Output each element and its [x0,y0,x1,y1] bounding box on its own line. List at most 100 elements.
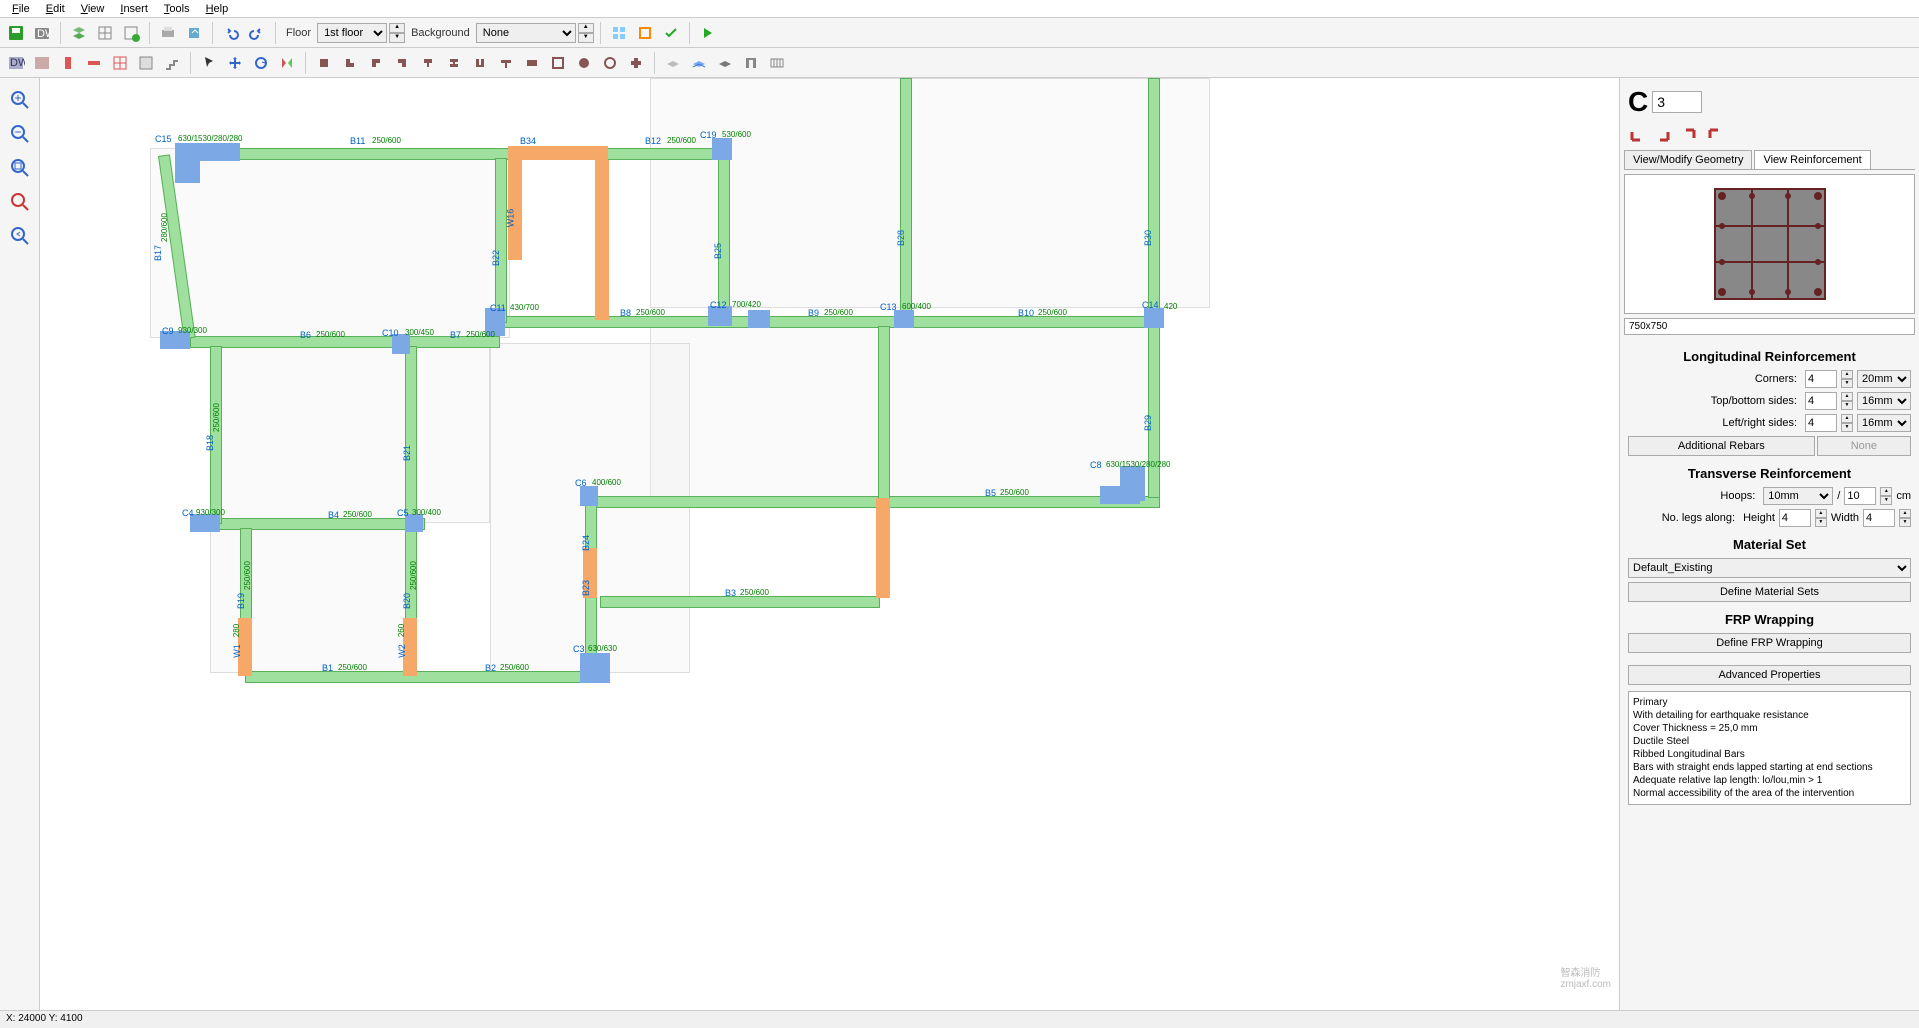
svg-text:DWG: DWG [37,28,51,40]
snap-button[interactable] [607,21,631,45]
section-dim-label: 750x750 [1624,318,1915,335]
floor-spin[interactable]: ▲▼ [389,23,405,43]
hoops-label: Hoops: [1628,490,1755,502]
menu-help[interactable]: Help [198,1,237,16]
hoops-spin[interactable]: ▲▼ [1880,487,1892,505]
drawing-canvas[interactable]: C15630/1530/280/280 C19530/600 C9930/300… [40,78,1619,1010]
background-select[interactable]: None [476,23,576,43]
section-l3-button[interactable] [390,51,414,75]
check-button[interactable] [659,21,683,45]
undo-button[interactable] [219,21,243,45]
menu-edit[interactable]: Edit [38,1,73,16]
bg-spin[interactable]: ▲▼ [578,23,594,43]
lr-input[interactable] [1805,414,1837,432]
frame2-button[interactable] [765,51,789,75]
width-label: Width [1831,512,1859,524]
section-l2-button[interactable] [364,51,388,75]
zoom-in-button[interactable] [6,86,34,114]
grid-add-button[interactable] [119,21,143,45]
insert-drawing-button[interactable] [30,51,54,75]
section-rect-button[interactable] [312,51,336,75]
menu-insert[interactable]: Insert [112,1,156,16]
tb-input[interactable] [1805,392,1837,410]
section-preview [1624,174,1915,314]
lr-dia-select[interactable]: 16mm [1857,414,1911,432]
menu-tools[interactable]: Tools [156,1,198,16]
tb-dia-select[interactable]: 16mm [1857,392,1911,410]
dwg-import-button[interactable]: DWG [4,51,28,75]
height-spin[interactable]: ▲▼ [1815,509,1827,527]
save-button[interactable] [4,21,28,45]
zoom-extents-button[interactable] [6,154,34,182]
move-button[interactable] [223,51,247,75]
tab-reinforcement[interactable]: View Reinforcement [1754,150,1870,169]
svg-text:DWG: DWG [10,57,25,69]
width-input[interactable] [1863,509,1895,527]
rotate-button[interactable] [249,51,273,75]
menu-file[interactable]: File [4,1,38,16]
corners-dia-select[interactable]: 20mm [1857,370,1911,388]
legs-label: No. legs along: [1649,512,1735,524]
section-t-button[interactable] [416,51,440,75]
define-frp-button[interactable]: Define FRP Wrapping [1628,633,1911,653]
export-button[interactable] [182,21,206,45]
corners-spin[interactable]: ▲▼ [1841,370,1853,388]
floor-select[interactable]: 1st floor [317,23,387,43]
shape-downright-icon[interactable] [1654,126,1674,146]
ortho-button[interactable] [633,21,657,45]
section-hollow-button[interactable] [546,51,570,75]
section-cross-button[interactable] [624,51,648,75]
menu-view[interactable]: View [73,1,113,16]
beam-insert-button[interactable] [108,51,132,75]
section-rect2-button[interactable] [520,51,544,75]
additional-rebars-button[interactable]: Additional Rebars [1628,436,1815,456]
long-reinf-title: Longitudinal Reinforcement [1624,349,1915,364]
shape-upright-icon[interactable] [1680,126,1700,146]
section-l1-button[interactable] [338,51,362,75]
hoops-sep: / [1837,490,1840,502]
shape-upleft-icon[interactable] [1706,126,1726,146]
menu-bar: File Edit View Insert Tools Help [0,0,1919,18]
none-button[interactable]: None [1817,436,1911,456]
width-spin[interactable]: ▲▼ [1899,509,1911,527]
redo-button[interactable] [245,21,269,45]
wall-insert-button[interactable] [82,51,106,75]
shape-downleft-icon[interactable] [1628,126,1648,146]
advanced-button[interactable]: Advanced Properties [1628,665,1911,685]
tb-spin[interactable]: ▲▼ [1841,392,1853,410]
print-button[interactable] [156,21,180,45]
corners-label: Corners: [1628,373,1797,385]
zoom-prev-button[interactable] [6,222,34,250]
section-tbeam-button[interactable] [494,51,518,75]
lr-spin[interactable]: ▲▼ [1841,414,1853,432]
stairs-button[interactable] [160,51,184,75]
slab-button[interactable] [134,51,158,75]
col-insert-button[interactable] [56,51,80,75]
mirror-button[interactable] [275,51,299,75]
material-select[interactable]: Default_Existing [1628,558,1911,578]
define-material-button[interactable]: Define Material Sets [1628,582,1911,602]
run-button[interactable] [696,21,720,45]
layer-button[interactable] [67,21,91,45]
zoom-out-button[interactable] [6,120,34,148]
section-i-button[interactable] [442,51,466,75]
frame-button[interactable] [739,51,763,75]
watermark: 智森消防 zmjaxf.com [1560,964,1611,990]
layer-3d-button[interactable] [687,51,711,75]
tab-geometry[interactable]: View/Modify Geometry [1624,150,1752,169]
corners-input[interactable] [1805,370,1837,388]
zoom-window-button[interactable] [6,188,34,216]
section-u-button[interactable] [468,51,492,75]
layer-dark-button[interactable] [713,51,737,75]
section-ring-button[interactable] [598,51,622,75]
element-number-input[interactable] [1652,91,1702,113]
grid-button[interactable] [93,21,117,45]
hoops-dia-select[interactable]: 10mm [1763,487,1833,505]
layer-flat-button[interactable] [661,51,685,75]
lr-label: Left/right sides: [1628,417,1797,429]
height-input[interactable] [1779,509,1811,527]
select-button[interactable] [197,51,221,75]
open-dwg-button[interactable]: DWG [30,21,54,45]
section-circle-button[interactable] [572,51,596,75]
hoops-spacing-input[interactable] [1844,487,1876,505]
